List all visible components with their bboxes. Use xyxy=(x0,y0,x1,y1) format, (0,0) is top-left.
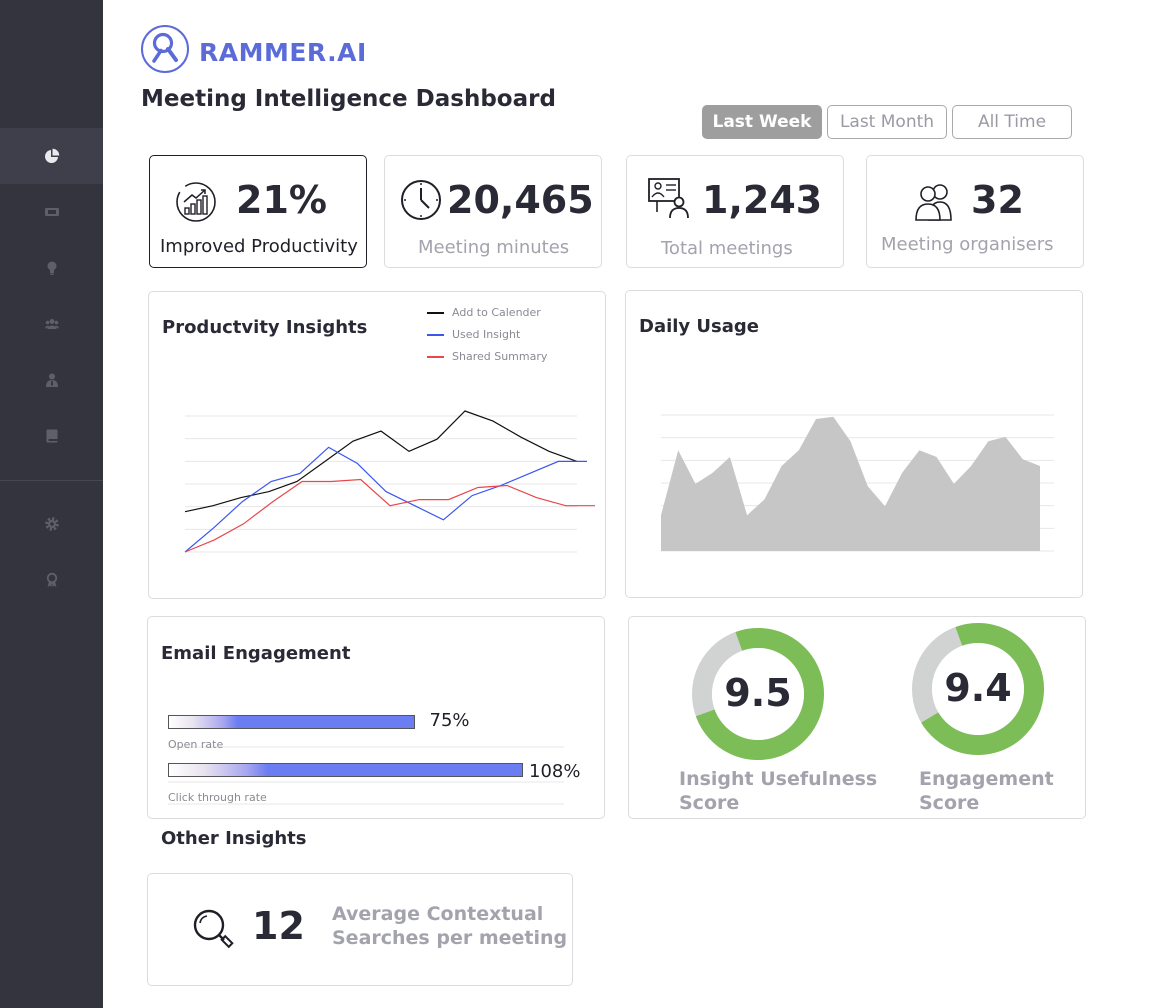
productivity-card: Productvity Insights Add to Calender Use… xyxy=(148,291,606,599)
sidebar-item-users[interactable] xyxy=(0,352,103,408)
searches-label-line1: Average Contextual xyxy=(332,903,544,925)
stat-card-minutes[interactable]: 20,465 Meeting minutes xyxy=(384,155,602,268)
searches-label-line2: Searches per meeting xyxy=(332,927,568,949)
sidebar xyxy=(0,0,103,1008)
open-rate-bar xyxy=(168,715,415,729)
book-icon xyxy=(46,429,57,443)
searches-value: 12 xyxy=(252,904,305,948)
people-icon xyxy=(915,184,952,221)
range-all-time-button[interactable]: All Time xyxy=(952,105,1072,139)
pie-chart-icon xyxy=(44,148,59,163)
range-last-month-button[interactable]: Last Month xyxy=(827,105,947,139)
email-engagement-card: Email Engagement 75% Open rate 108% Clic… xyxy=(147,616,605,819)
series-used-insight-line xyxy=(184,446,587,553)
growth-chart-icon xyxy=(176,182,216,222)
click-through-label: Click through rate xyxy=(168,791,267,804)
stat-label: Meeting minutes xyxy=(418,237,570,258)
sidebar-item-settings[interactable] xyxy=(0,496,103,552)
page-title: Meeting Intelligence Dashboard xyxy=(141,86,556,112)
sidebar-divider xyxy=(0,480,103,481)
award-icon xyxy=(46,572,57,587)
users-icon xyxy=(44,319,59,329)
other-insights-card: 12 Average Contextual Searches per meeti… xyxy=(147,873,573,986)
logo-icon xyxy=(141,25,189,73)
productivity-line-chart xyxy=(184,410,595,553)
brand-name: RAMMER.AI xyxy=(199,38,367,67)
open-rate-value: 75% xyxy=(429,710,470,731)
open-rate-label: Open rate xyxy=(168,738,224,751)
daily-usage-area-chart xyxy=(661,414,1054,552)
score-label-line1: Engagement xyxy=(919,768,1054,790)
sidebar-item-dashboard[interactable] xyxy=(0,128,103,184)
sidebar-item-docs[interactable] xyxy=(0,408,103,464)
daily-usage-area xyxy=(661,416,1040,551)
section-title: Other Insights xyxy=(161,828,307,849)
score-label-line2: Score xyxy=(919,792,980,814)
stat-label: Improved Productivity xyxy=(160,236,358,257)
scores-card: 9.5 Insight Usefulness Score 9.4 Engagem… xyxy=(628,616,1086,819)
stat-card-organisers[interactable]: 32 Meeting organisers xyxy=(866,155,1084,268)
series-shared-summary-line xyxy=(184,478,595,553)
sidebar-item-teams[interactable] xyxy=(0,296,103,352)
stat-label: Total meetings xyxy=(661,238,793,259)
stat-card-productivity[interactable]: 21% Improved Productivity xyxy=(149,155,367,268)
daily-usage-card: Daily Usage xyxy=(625,290,1083,598)
user-tie-icon xyxy=(45,373,58,387)
lightbulb-icon xyxy=(47,261,56,275)
stat-label: Meeting organisers xyxy=(881,234,1054,255)
range-last-week-button[interactable]: Last Week xyxy=(702,105,822,139)
search-icon xyxy=(193,909,234,949)
clock-icon xyxy=(401,180,441,220)
gear-icon xyxy=(44,517,59,531)
stat-value: 32 xyxy=(971,178,1024,222)
score-label-line1: Insight Usefulness xyxy=(679,768,878,790)
sidebar-item-awards[interactable] xyxy=(0,552,103,608)
sidebar-item-insights[interactable] xyxy=(0,240,103,296)
click-through-bar xyxy=(168,763,523,777)
stat-value: 21% xyxy=(236,178,327,222)
presentation-icon xyxy=(648,178,689,219)
stat-value: 20,465 xyxy=(447,178,594,222)
score-value: 9.5 xyxy=(724,671,792,715)
ticket-icon xyxy=(44,208,59,216)
score-value: 9.4 xyxy=(944,666,1012,710)
click-through-value: 108% xyxy=(529,761,581,782)
score-label-line2: Score xyxy=(679,792,740,814)
sidebar-item-tickets[interactable] xyxy=(0,184,103,240)
stat-value: 1,243 xyxy=(702,178,823,222)
stat-card-meetings[interactable]: 1,243 Total meetings xyxy=(626,155,844,268)
